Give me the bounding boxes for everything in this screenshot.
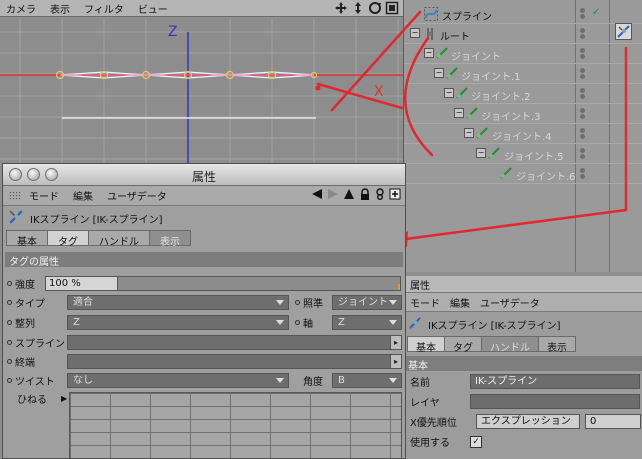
end-row: 終端 [7, 353, 35, 370]
strength-slider[interactable]: 100 % [45, 276, 401, 291]
attribute-toolbar [311, 188, 401, 203]
link-arrow-button[interactable]: ▸ [390, 335, 402, 350]
pin-icon[interactable] [375, 188, 385, 203]
twist-select[interactable]: なし [67, 373, 289, 388]
twist-value: なし [73, 375, 93, 386]
window-titlebar: 属性 [3, 164, 405, 186]
axis-label: 軸 [303, 319, 313, 330]
menu-edit[interactable]: 編集 [73, 188, 93, 203]
type-label: タイプ [15, 299, 45, 310]
spline-label: スプライン [15, 339, 65, 350]
twist-graph-label: ひねる [17, 395, 47, 406]
expand-triangle-icon[interactable]: ▶ [61, 394, 67, 403]
align-label: 整列 [15, 319, 35, 330]
end-link-field[interactable]: ▸ [67, 354, 402, 369]
angle-label: 角度 [303, 377, 323, 388]
aim-value: ジョイント [338, 297, 388, 308]
lock-icon[interactable] [359, 188, 371, 203]
align-select[interactable]: Z [67, 315, 289, 330]
drag-grip-icon[interactable] [9, 190, 21, 201]
keyframe-bullet[interactable] [7, 300, 12, 305]
object-header: IKスプライン [IK-スプライン] [3, 206, 405, 230]
menu-userdata[interactable]: ユーザデータ [107, 188, 167, 203]
window-title: 属性 [191, 170, 216, 184]
type-select[interactable]: 適合 [67, 295, 289, 310]
keyframe-bullet[interactable] [7, 340, 12, 345]
spline-link-field[interactable]: ▸ [67, 335, 402, 350]
keyframe-bullet[interactable] [7, 320, 12, 325]
keyframe-bullet[interactable] [7, 281, 12, 286]
align-row: 整列 [7, 314, 35, 331]
strength-row: 強度 [7, 275, 35, 292]
tab-handle[interactable]: ハンドル [88, 230, 150, 248]
attribute-tabs: 基本 タグ ハンドル 表示 [3, 230, 405, 248]
chevron-down-icon [276, 378, 284, 383]
chevron-down-icon [276, 320, 284, 325]
twist-row: ツイスト [7, 372, 55, 389]
tab-tag[interactable]: タグ [47, 230, 89, 248]
aim-label: 照準 [303, 299, 323, 310]
keyframe-bullet[interactable] [295, 300, 300, 305]
chevron-down-icon [389, 300, 397, 305]
ik-spline-tag-icon [8, 209, 24, 228]
chevron-down-icon [389, 320, 397, 325]
chevron-down-icon [276, 300, 284, 305]
new-window-icon[interactable] [389, 188, 401, 203]
twist-spline-graph[interactable] [69, 392, 402, 458]
strength-label: 強度 [15, 280, 35, 291]
menu-mode[interactable]: モード [29, 188, 59, 203]
strength-value[interactable]: 100 % [46, 277, 118, 290]
aim-row: 照準 [295, 294, 323, 311]
keyframe-bullet[interactable] [295, 320, 300, 325]
keyframe-bullet[interactable] [7, 359, 12, 364]
type-row: タイプ [7, 294, 45, 311]
aim-select[interactable]: ジョイント [332, 295, 402, 310]
up-arrow-icon[interactable] [343, 188, 355, 203]
slider-marker [398, 284, 400, 290]
chevron-down-icon [389, 378, 397, 383]
forward-arrow-icon[interactable] [327, 188, 339, 203]
axis-value: Z [338, 317, 345, 328]
end-label: 終端 [15, 358, 35, 369]
align-value: Z [73, 317, 80, 328]
tab-basic[interactable]: 基本 [6, 230, 48, 248]
twist-label: ツイスト [15, 377, 55, 388]
object-header-label: IKスプライン [IK-スプライン] [30, 214, 163, 226]
twist-graph-row: ひねる ▶ [17, 390, 67, 407]
axis-select[interactable]: Z [332, 315, 402, 330]
keyframe-bullet[interactable] [7, 378, 12, 383]
spline-row: スプライン [7, 334, 65, 351]
tab-display[interactable]: 表示 [149, 230, 191, 248]
attribute-menubar: モード 編集 ユーザデータ [3, 186, 405, 206]
back-arrow-icon[interactable] [311, 188, 323, 203]
link-arrow-button[interactable]: ▸ [390, 354, 402, 369]
type-value: 適合 [73, 297, 93, 308]
angle-select[interactable]: B [332, 373, 402, 388]
angle-row: 角度 [303, 372, 323, 389]
axis-row: 軸 [295, 314, 313, 331]
angle-value: B [338, 375, 345, 386]
attribute-window: 属性 モード 編集 ユーザデータ IKスプライン [IK-スプライン] 基本 タ… [2, 163, 406, 459]
section-header: タグの属性 [5, 252, 403, 268]
